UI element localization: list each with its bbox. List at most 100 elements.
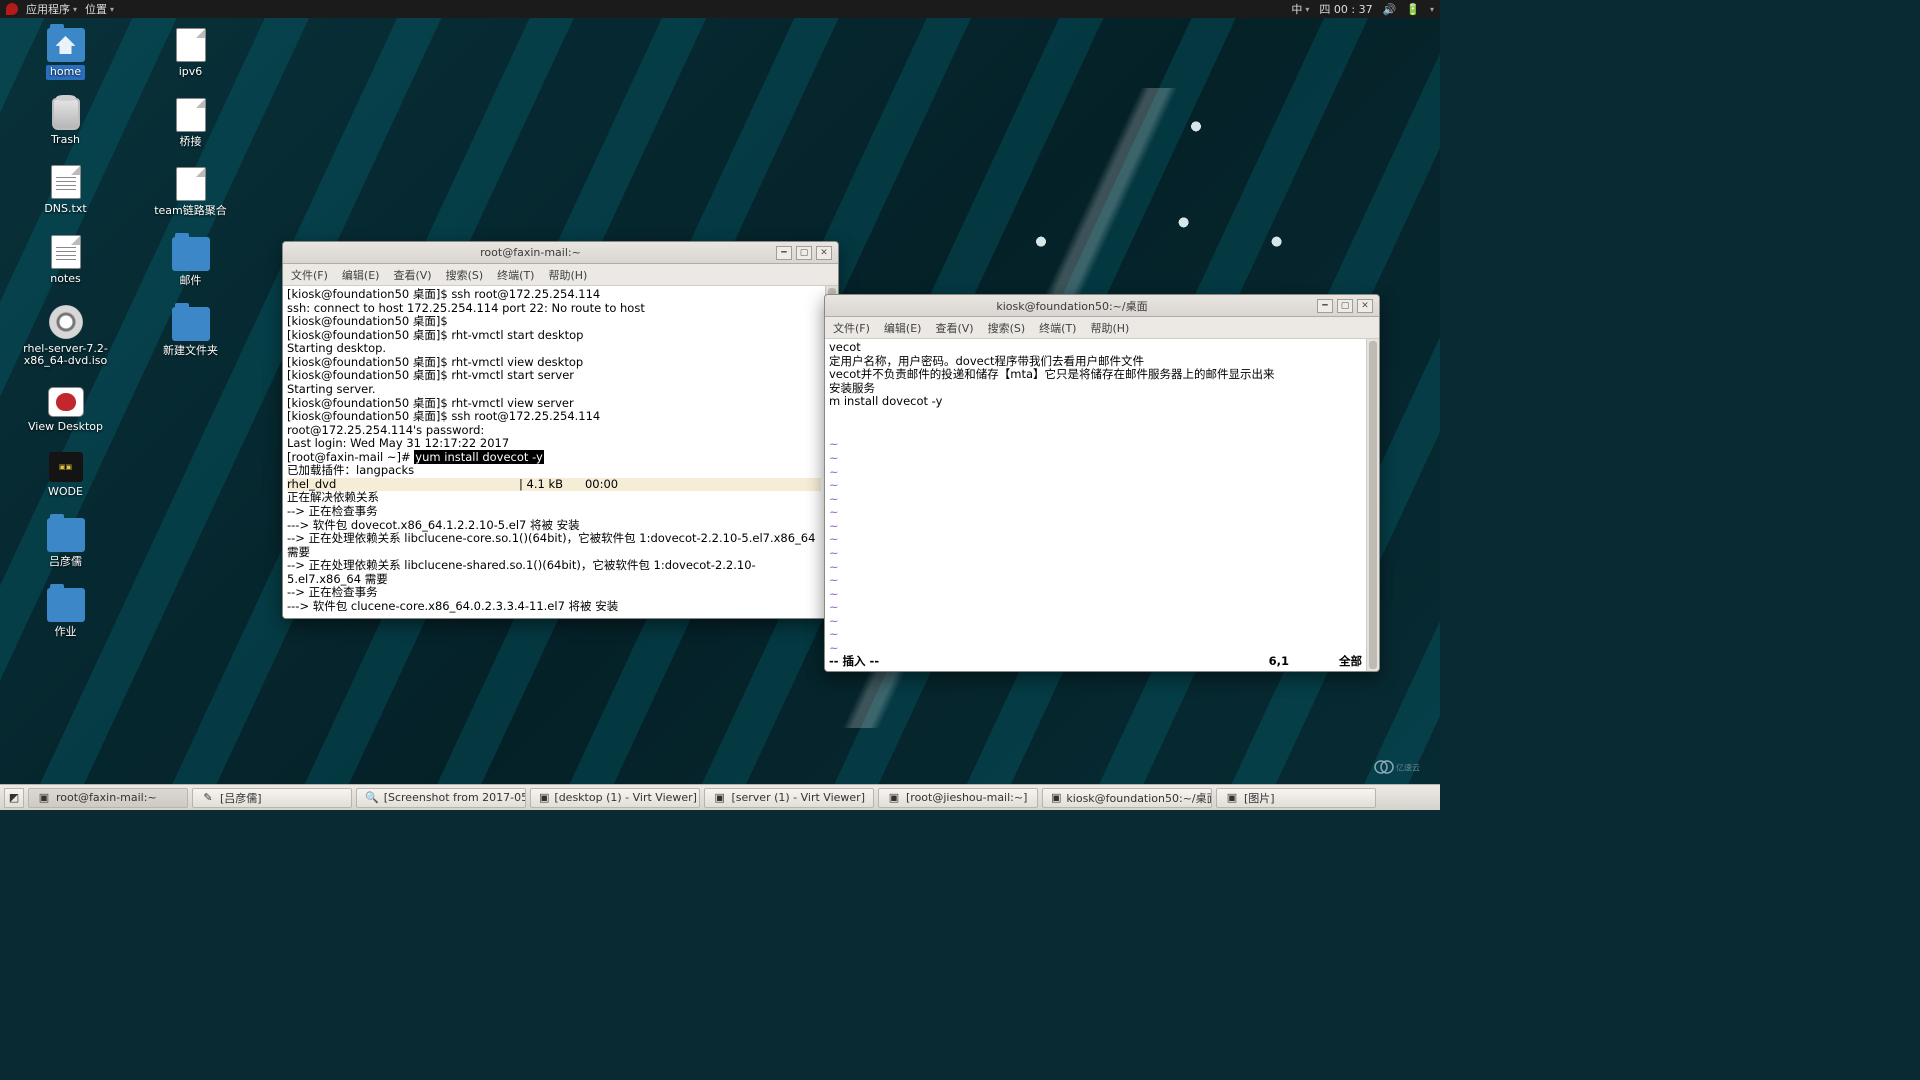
file-lines-icon: [51, 165, 81, 199]
minimize-button[interactable]: ━: [776, 246, 792, 260]
desktop-icon-rheliso[interactable]: rhel-server-7.2-x86_64-dvd.iso: [18, 305, 113, 369]
taskbar-item-label: kiosk@foundation50:~/桌面: [1066, 790, 1212, 806]
show-desktop-button[interactable]: ◩: [4, 788, 24, 808]
taskbar-item-screenshot[interactable]: 🔍 [Screenshot from 2017-05…: [356, 788, 526, 808]
file-lines-icon: [51, 235, 81, 269]
app-icon: ▣: [713, 791, 726, 805]
app-icon: 🔍: [365, 791, 379, 805]
desktop-icon-bridge[interactable]: 桥接: [143, 98, 238, 150]
taskbar-item-foundation[interactable]: ▣kiosk@foundation50:~/桌面: [1042, 788, 1212, 808]
desktop-icon-trash[interactable]: Trash: [18, 98, 113, 148]
close-button[interactable]: ✕: [816, 246, 832, 260]
desktop-icon-label: 吕彦儒: [45, 555, 86, 570]
menu-help[interactable]: 帮助(H): [1090, 320, 1129, 336]
desktop-icon-label: DNS.txt: [40, 202, 90, 217]
desktop-icon-label: rhel-server-7.2-x86_64-dvd.iso: [18, 342, 113, 369]
app-icon: ▣: [37, 791, 51, 805]
menu-terminal[interactable]: 终端(T): [497, 267, 534, 283]
redhat-icon: [48, 387, 84, 417]
terminal-menubar: 文件(F) 编辑(E) 查看(V) 搜索(S) 终端(T) 帮助(H): [283, 264, 838, 286]
menu-view[interactable]: 查看(V): [393, 267, 431, 283]
svg-text:亿速云: 亿速云: [1396, 763, 1420, 773]
app-icon: ✎: [201, 791, 215, 805]
desktop-icon-ipv6[interactable]: ipv6: [143, 28, 238, 80]
battery-icon[interactable]: 🔋: [1406, 3, 1420, 16]
wode-icon: ▣▣: [49, 452, 83, 482]
scrollbar-thumb[interactable]: [1369, 341, 1377, 669]
desktop-icon-label: ipv6: [175, 65, 207, 80]
maximize-button[interactable]: ▢: [1337, 299, 1353, 313]
terminal-output[interactable]: [kiosk@foundation50 桌面]$ ssh root@172.25…: [283, 286, 825, 618]
system-menu-caret-icon[interactable]: ▾: [1430, 5, 1434, 14]
taskbar-item-vv-desktop[interactable]: ▣ [desktop (1) - Virt Viewer]: [530, 788, 700, 808]
folder-icon: [47, 518, 85, 552]
terminal-window-faxin[interactable]: root@faxin-mail:~ ━ ▢ ✕ 文件(F) 编辑(E) 查看(V…: [282, 241, 839, 619]
taskbar-item-label: [server (1) - Virt Viewer]: [731, 791, 865, 804]
desktop-icon-viewdsk[interactable]: View Desktop: [18, 387, 113, 435]
desktop-icon-label: 桥接: [176, 135, 206, 150]
terminal-output[interactable]: vecot 定用户名称，用户密码。dovect程序带我们去看用户邮件文件 vec…: [825, 339, 1366, 671]
taskbar-item-faxin[interactable]: ▣ root@faxin-mail:~: [28, 788, 188, 808]
minimize-button[interactable]: ━: [1317, 299, 1333, 313]
taskbar-item-label: root@faxin-mail:~: [56, 791, 157, 804]
desktop-icon-label: View Desktop: [24, 420, 107, 435]
ime-indicator[interactable]: 中▾: [1291, 1, 1309, 17]
close-button[interactable]: ✕: [1357, 299, 1373, 313]
activities-icon[interactable]: [6, 3, 18, 15]
menu-search[interactable]: 搜索(S): [446, 267, 484, 283]
desktop-icon-label: 作业: [51, 625, 81, 640]
menu-file[interactable]: 文件(F): [291, 267, 328, 283]
menu-file[interactable]: 文件(F): [833, 320, 870, 336]
desktop-icon-lyr[interactable]: 吕彦儒: [18, 518, 113, 570]
taskbar-item-jieshou[interactable]: ▣ [root@jieshou-mail:~]: [878, 788, 1038, 808]
desktop-icon-newdir[interactable]: 新建文件夹: [143, 307, 238, 359]
desktop-icon-label: WODE: [44, 485, 87, 500]
desktop-icon-label: Trash: [47, 133, 84, 148]
taskbar-item-label: [desktop (1) - Virt Viewer]: [554, 791, 697, 804]
clock[interactable]: 四 00 : 37: [1319, 1, 1372, 17]
taskbar-item-pictures[interactable]: ▣ [图片]: [1216, 788, 1376, 808]
desktop-icon-home[interactable]: home: [18, 28, 113, 80]
folder-icon: [172, 307, 210, 341]
desktop-icon-label: notes: [46, 272, 85, 287]
menu-edit[interactable]: 编辑(E): [884, 320, 922, 336]
desktop-icon-notes[interactable]: notes: [18, 235, 113, 287]
desktop-icon-mail[interactable]: 邮件: [143, 237, 238, 289]
terminal-menubar: 文件(F) 编辑(E) 查看(V) 搜索(S) 终端(T) 帮助(H): [825, 317, 1379, 339]
folder-icon: [172, 237, 210, 271]
scrollbar[interactable]: [1366, 339, 1379, 671]
vim-tilde-column: ~~~~~~~~~~~~~~~~: [829, 438, 1362, 655]
taskbar-item-gedit-lyr[interactable]: ✎[吕彦儒]: [192, 788, 352, 808]
desktop-icon-dns[interactable]: DNS.txt: [18, 165, 113, 217]
places-menu[interactable]: 位置▾: [85, 1, 114, 17]
terminal-window-foundation[interactable]: kiosk@foundation50:~/桌面 ━ ▢ ✕ 文件(F) 编辑(E…: [824, 294, 1380, 672]
taskbar-item-label: [Screenshot from 2017-05…: [384, 791, 526, 804]
app-icon: ▣: [539, 791, 549, 805]
menu-help[interactable]: 帮助(H): [548, 267, 587, 283]
taskbar-item-label: [图片]: [1244, 790, 1275, 806]
desktop-icon-homework[interactable]: 作业: [18, 588, 113, 640]
menu-terminal[interactable]: 终端(T): [1039, 320, 1076, 336]
maximize-button[interactable]: ▢: [796, 246, 812, 260]
window-title: root@faxin-mail:~: [289, 246, 772, 259]
app-icon: ▣: [1225, 791, 1239, 805]
desktop-icon-wode[interactable]: ▣▣ WODE: [18, 452, 113, 500]
window-titlebar[interactable]: kiosk@foundation50:~/桌面 ━ ▢ ✕: [825, 295, 1379, 317]
watermark-logo: 亿速云: [1372, 756, 1422, 778]
file-icon: [176, 98, 206, 132]
folder-home-icon: [47, 28, 85, 62]
volume-icon[interactable]: 🔊: [1383, 3, 1397, 16]
window-titlebar[interactable]: root@faxin-mail:~ ━ ▢ ✕: [283, 242, 838, 264]
desktop-icon-teamagg[interactable]: team链路聚合: [143, 167, 238, 219]
vim-statusline: -- 插入 -- 6,1 全部: [829, 655, 1362, 669]
folder-icon: [47, 588, 85, 622]
disc-icon: [49, 305, 83, 339]
app-icon: ▣: [887, 791, 901, 805]
menu-view[interactable]: 查看(V): [935, 320, 973, 336]
bottom-taskbar: ◩ ▣ root@faxin-mail:~ ✎[吕彦儒] 🔍 [Screenshot f…: [0, 784, 1440, 810]
menu-edit[interactable]: 编辑(E): [342, 267, 380, 283]
menu-search[interactable]: 搜索(S): [988, 320, 1026, 336]
taskbar-item-label: [root@jieshou-mail:~]: [906, 791, 1027, 804]
taskbar-item-vv-server[interactable]: ▣ [server (1) - Virt Viewer]: [704, 788, 874, 808]
applications-menu[interactable]: 应用程序▾: [26, 1, 77, 17]
